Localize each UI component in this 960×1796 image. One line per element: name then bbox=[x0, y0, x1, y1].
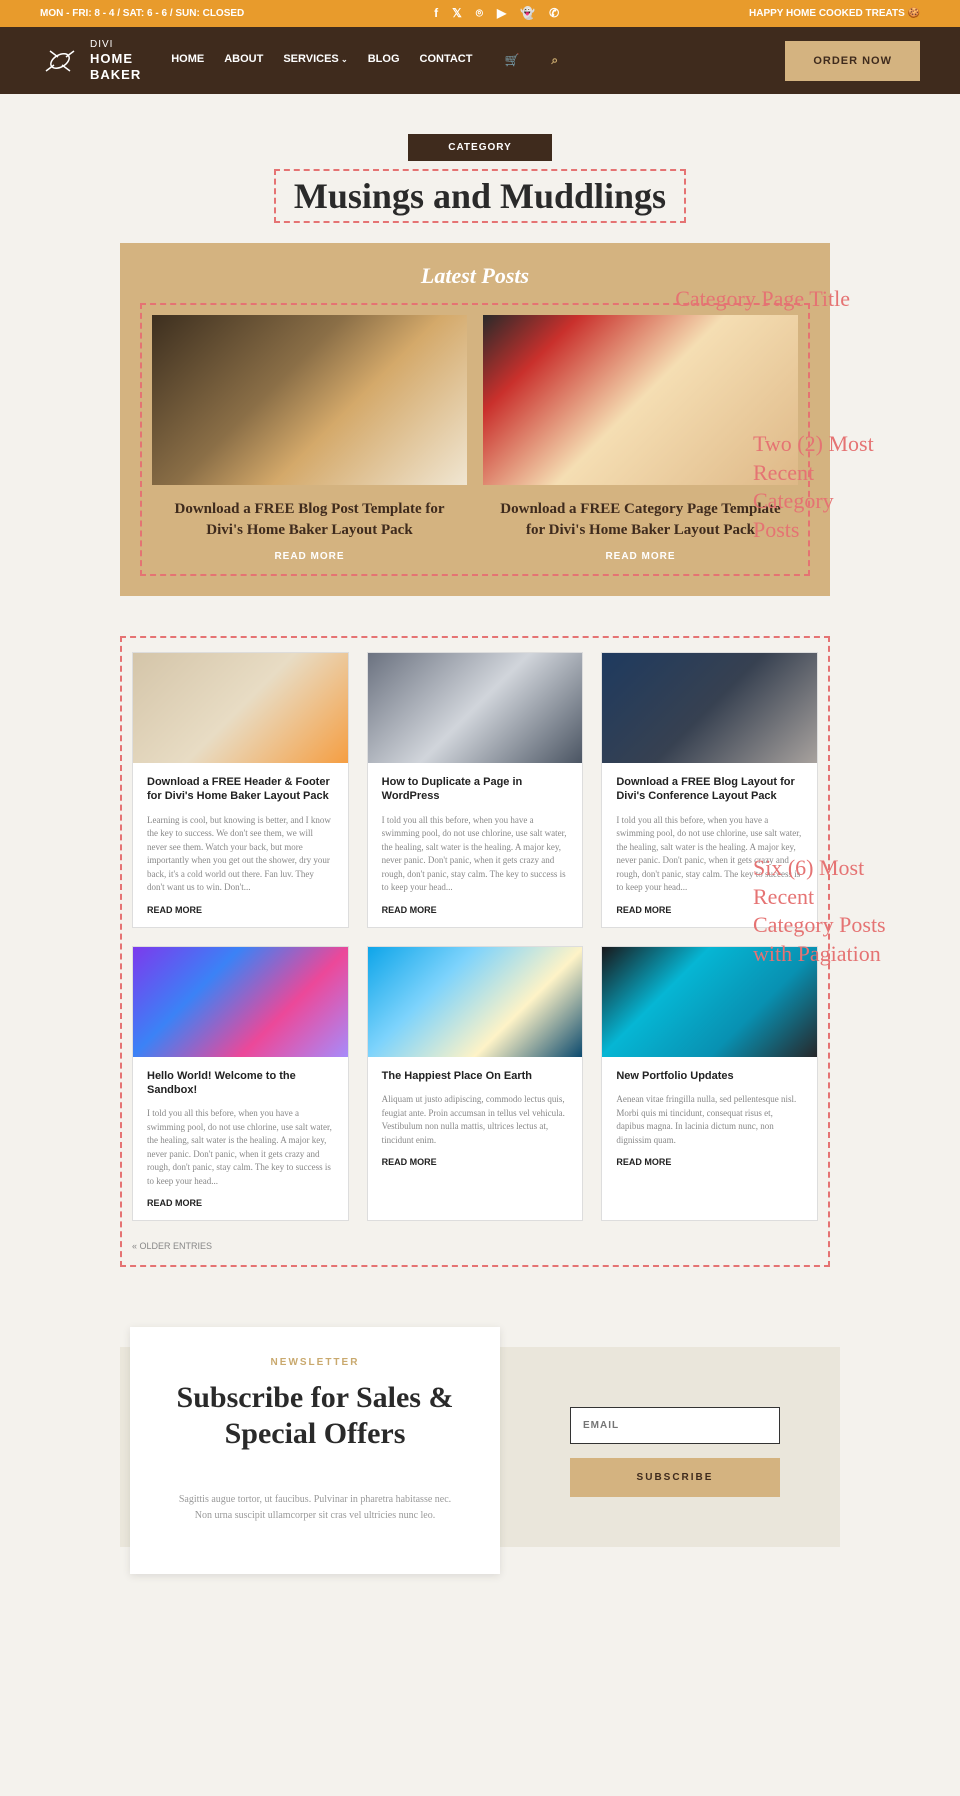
nav-services[interactable]: SERVICES bbox=[283, 53, 347, 68]
post-title: Download a FREE Category Page Template f… bbox=[483, 499, 798, 541]
post-image bbox=[483, 315, 798, 485]
post-card[interactable]: How to Duplicate a Page in WordPress I to… bbox=[367, 652, 584, 928]
posts-grid-wrap: Download a FREE Header & Footer for Divi… bbox=[120, 636, 830, 1267]
snapchat-icon[interactable]: 👻 bbox=[520, 6, 535, 21]
newsletter-title: Subscribe for Sales & Special Offers bbox=[170, 1380, 460, 1452]
post-image bbox=[602, 653, 817, 763]
latest-post-card[interactable]: Download a FREE Category Page Template f… bbox=[483, 315, 798, 564]
nav-contact[interactable]: CONTACT bbox=[420, 53, 473, 68]
newsletter-desc: Sagittis augue tortor, ut faucibus. Pulv… bbox=[170, 1492, 460, 1524]
twitter-icon[interactable]: 𝕏 bbox=[452, 6, 462, 21]
category-label: CATEGORY bbox=[408, 134, 552, 161]
nav-home[interactable]: HOME bbox=[171, 53, 204, 68]
newsletter-box: NEWSLETTER Subscribe for Sales & Special… bbox=[130, 1327, 500, 1574]
post-title: New Portfolio Updates bbox=[616, 1069, 803, 1083]
read-more-link[interactable]: READ MORE bbox=[147, 1198, 334, 1208]
newsletter-label: NEWSLETTER bbox=[170, 1357, 460, 1368]
annotation-six-posts: Six (6) Most Recent Category Posts with … bbox=[753, 854, 895, 968]
post-title: How to Duplicate a Page in WordPress bbox=[382, 775, 569, 804]
navbar: DIVI HOME BAKER HOME ABOUT SERVICES BLOG… bbox=[0, 27, 960, 94]
read-more-link[interactable]: READ MORE bbox=[382, 905, 569, 915]
page-title: Musings and Muddlings bbox=[274, 169, 686, 223]
read-more-link[interactable]: READ MORE bbox=[616, 1157, 803, 1167]
email-field[interactable] bbox=[570, 1407, 780, 1444]
post-excerpt: I told you all this before, when you hav… bbox=[382, 814, 569, 895]
annotation-two-posts: Two (2) Most Recent Category Posts bbox=[753, 430, 885, 544]
logo-line2: HOME bbox=[90, 51, 141, 67]
facebook-icon[interactable]: f bbox=[434, 6, 438, 21]
post-image bbox=[133, 947, 348, 1057]
logo-line3: BAKER bbox=[90, 67, 141, 83]
post-title: Download a FREE Blog Post Template for D… bbox=[152, 499, 467, 541]
latest-posts-grid: Download a FREE Blog Post Template for D… bbox=[140, 303, 810, 576]
whatsapp-icon[interactable]: ✆ bbox=[549, 6, 559, 21]
post-image bbox=[133, 653, 348, 763]
logo[interactable]: DIVI HOME BAKER bbox=[40, 39, 141, 82]
order-now-button[interactable]: ORDER NOW bbox=[785, 41, 920, 81]
annotation-title: Category Page Title bbox=[675, 286, 850, 312]
post-excerpt: Learning is cool, but knowing is better,… bbox=[147, 814, 334, 895]
post-excerpt: Aliquam ut justo adipiscing, commodo lec… bbox=[382, 1093, 569, 1147]
nav-about[interactable]: ABOUT bbox=[224, 53, 263, 68]
post-card[interactable]: Hello World! Welcome to the Sandbox! I to… bbox=[132, 946, 349, 1222]
read-more-link[interactable]: READ MORE bbox=[147, 905, 334, 915]
newsletter-section: NEWSLETTER Subscribe for Sales & Special… bbox=[120, 1347, 840, 1547]
hours-text: MON - FRI: 8 - 4 / SAT: 6 - 6 / SUN: CLO… bbox=[40, 8, 244, 19]
post-image bbox=[152, 315, 467, 485]
page-content: CATEGORY Musings and Muddlings Category … bbox=[0, 94, 960, 1687]
post-title: Download a FREE Header & Footer for Divi… bbox=[147, 775, 334, 804]
posts-grid: Download a FREE Header & Footer for Divi… bbox=[132, 652, 818, 1221]
search-icon[interactable]: ⌕ bbox=[551, 53, 558, 68]
top-bar: MON - FRI: 8 - 4 / SAT: 6 - 6 / SUN: CLO… bbox=[0, 0, 960, 27]
post-card[interactable]: Download a FREE Header & Footer for Divi… bbox=[132, 652, 349, 928]
latest-post-card[interactable]: Download a FREE Blog Post Template for D… bbox=[152, 315, 467, 564]
post-card[interactable]: The Happiest Place On Earth Aliquam ut ju… bbox=[367, 946, 584, 1222]
older-entries-link[interactable]: « OLDER ENTRIES bbox=[132, 1241, 818, 1251]
post-title: The Happiest Place On Earth bbox=[382, 1069, 569, 1083]
cart-icon[interactable]: 🛒 bbox=[504, 53, 519, 68]
post-title: Hello World! Welcome to the Sandbox! bbox=[147, 1069, 334, 1098]
subscribe-button[interactable]: SUBSCRIBE bbox=[570, 1458, 780, 1497]
youtube-icon[interactable]: ▶ bbox=[497, 6, 506, 21]
post-image bbox=[368, 947, 583, 1057]
rolling-pin-icon bbox=[40, 41, 80, 81]
newsletter-form: SUBSCRIBE bbox=[570, 1397, 780, 1497]
post-excerpt: Aenean vitae fringilla nulla, sed pellen… bbox=[616, 1093, 803, 1147]
read-more-link[interactable]: READ MORE bbox=[605, 551, 675, 562]
social-icons: f 𝕏 ⌾ ▶ 👻 ✆ bbox=[434, 6, 559, 21]
post-card[interactable]: New Portfolio Updates Aenean vitae fringi… bbox=[601, 946, 818, 1222]
instagram-icon[interactable]: ⌾ bbox=[476, 6, 483, 21]
announce-text: HAPPY HOME COOKED TREATS 🍪 bbox=[749, 8, 920, 19]
nav-links: HOME ABOUT SERVICES BLOG CONTACT 🛒 ⌕ bbox=[171, 53, 558, 68]
read-more-link[interactable]: READ MORE bbox=[382, 1157, 569, 1167]
nav-blog[interactable]: BLOG bbox=[368, 53, 400, 68]
logo-line1: DIVI bbox=[90, 39, 141, 51]
post-excerpt: I told you all this before, when you hav… bbox=[147, 1107, 334, 1188]
read-more-link[interactable]: READ MORE bbox=[274, 551, 344, 562]
post-title: Download a FREE Blog Layout for Divi's C… bbox=[616, 775, 803, 804]
post-image bbox=[368, 653, 583, 763]
